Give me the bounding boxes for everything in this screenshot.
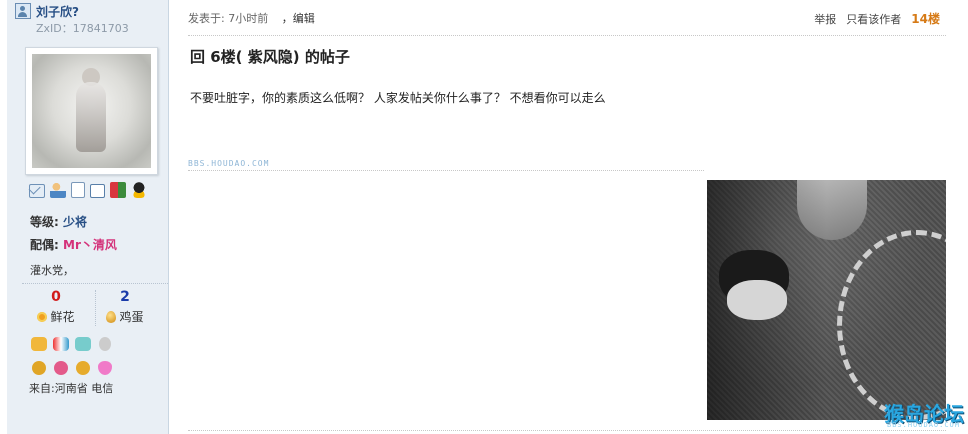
signature-divider (188, 170, 704, 171)
attached-image[interactable] (707, 180, 946, 420)
user-id: ZxID：17841703 (36, 22, 129, 35)
medals (29, 337, 115, 375)
forum-logo-url: BBS.HOUDAO.COM (886, 421, 960, 429)
heart-medal-icon[interactable] (95, 337, 115, 375)
flower-icon (37, 311, 48, 322)
spouse-link[interactable]: Mr丶清风 (63, 238, 117, 252)
medal-icon[interactable] (73, 337, 93, 375)
user-icon (15, 3, 31, 19)
flowers-stat[interactable]: 0 鲜花 (21, 289, 91, 325)
egg-icon (106, 310, 117, 323)
only-author-link[interactable]: 只看该作者 (846, 11, 901, 27)
post-time: 发表于: 7小时前 (188, 12, 269, 25)
eggs-label: 鸡蛋 (119, 310, 144, 324)
view-posts-icon[interactable] (71, 182, 85, 198)
medal-icon[interactable] (29, 337, 49, 375)
user-motto: 灌水党， (30, 264, 74, 277)
post-divider (188, 35, 946, 36)
user-spouse: 配偶: Mr丶清风 (30, 238, 117, 252)
qq-icon[interactable] (131, 182, 147, 198)
floor-number[interactable]: 14楼 (911, 10, 940, 27)
username-link[interactable]: 刘子欣? (36, 3, 79, 20)
user-level: 等级: 少将 (30, 215, 88, 229)
flowers-label: 鲜花 (50, 310, 75, 324)
eggs-count: 2 (120, 289, 130, 305)
user-header: 刘子欣? (15, 3, 79, 19)
flowers-count: 0 (51, 289, 61, 305)
post-title: 回 6楼( 紫风隐) 的帖子 (190, 48, 350, 66)
edit-link[interactable]: ，编辑 (282, 12, 315, 25)
medal-icon[interactable] (51, 337, 71, 375)
post-body: 不要吐脏字，你的素质这么低啊？ 人家发帖关你什么事了？ 不想看你可以走么 (190, 91, 606, 105)
level-value[interactable]: 少将 (63, 215, 87, 229)
mail-icon[interactable] (29, 184, 45, 198)
profile-icon[interactable] (90, 184, 105, 198)
signature-watermark: BBS.HOUDAO.COM (188, 159, 270, 168)
user-action-bar (29, 182, 147, 200)
avatar[interactable] (25, 47, 158, 175)
post-tools: 举报 只看该作者 14楼 (814, 10, 940, 27)
post-footer-divider (188, 430, 946, 431)
eggs-stat[interactable]: 2 鸡蛋 (90, 289, 160, 325)
user-origin: 来自:河南省 电信 (29, 382, 114, 395)
avatar-image (32, 54, 151, 168)
sidebar-divider (22, 283, 168, 284)
add-friend-icon[interactable] (50, 182, 66, 198)
user-sidebar: 刘子欣? ZxID：17841703 等级: 少将 配偶: Mr丶清风 灌水党，… (7, 0, 169, 434)
report-link[interactable]: 举报 (814, 11, 836, 27)
post-meta: 发表于: 7小时前 ，编辑 (188, 10, 315, 26)
blocks-icon[interactable] (110, 182, 126, 198)
